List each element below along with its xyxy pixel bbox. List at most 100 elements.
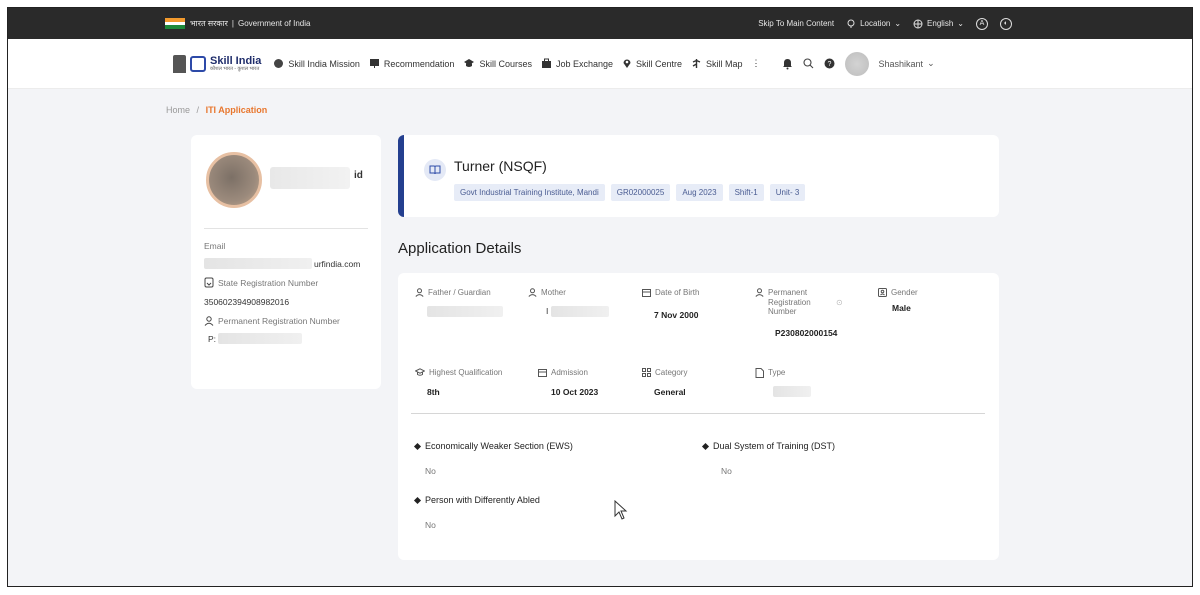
course-card: Turner (NSQF) Govt Industrial Training I… bbox=[398, 135, 999, 217]
profile-card: id Email urfindia.com State Registration… bbox=[191, 135, 381, 389]
category-label: Category bbox=[655, 368, 688, 377]
ews-item: Economically Weaker Section (EWS) No bbox=[413, 441, 573, 476]
email-label: Email bbox=[204, 241, 226, 251]
nav-recommendation[interactable]: Recommendation bbox=[369, 58, 455, 69]
perm-reg-prefix: P: bbox=[208, 333, 217, 344]
government-of-india-link[interactable]: भारत सरकार | Government of India bbox=[165, 18, 310, 30]
email-suffix: urfindia.com bbox=[314, 258, 361, 269]
nav-more-menu[interactable]: ⋮ bbox=[752, 58, 761, 69]
dst-value: No bbox=[721, 466, 732, 476]
mouse-cursor-icon bbox=[614, 500, 628, 520]
name-redacted bbox=[270, 167, 350, 189]
application-details-card: Father / Guardian Mother I Date of Birth… bbox=[398, 273, 999, 560]
language-dropdown[interactable]: English ⌄ bbox=[913, 19, 964, 29]
logo-text: Skill India bbox=[210, 54, 262, 67]
father-label: Father / Guardian bbox=[428, 288, 491, 297]
bell-icon[interactable] bbox=[782, 58, 793, 70]
diamond-bullet-icon bbox=[701, 442, 710, 450]
location-pin-icon bbox=[847, 19, 855, 28]
user-menu[interactable]: Shashikant ⌄ bbox=[879, 58, 935, 69]
admission-label: Admission bbox=[551, 368, 588, 377]
skill-india-icon bbox=[190, 55, 206, 72]
dob-label: Date of Birth bbox=[655, 288, 700, 297]
user-name: Shashikant bbox=[878, 58, 924, 69]
logo-subtext: कौशल भारत - कुशल भारत bbox=[210, 65, 260, 72]
globe-icon bbox=[913, 19, 923, 28]
admission-field: Admission 10 Oct 2023 bbox=[538, 368, 598, 397]
document-icon bbox=[755, 368, 764, 378]
perm-reg-detail-value: P230802000154 bbox=[775, 327, 838, 338]
perm-reg-redacted bbox=[218, 333, 303, 344]
location-pin-icon bbox=[623, 59, 631, 68]
email-redacted bbox=[204, 258, 312, 269]
type-redacted bbox=[773, 386, 811, 397]
nav-skill-map[interactable]: Skill Map bbox=[691, 58, 743, 69]
user-icon bbox=[528, 288, 537, 297]
type-field: Type bbox=[755, 368, 811, 399]
skip-to-main-link[interactable]: Skip To Main Content bbox=[758, 19, 834, 28]
location-dropdown[interactable]: Location ⌄ bbox=[846, 19, 901, 29]
chip-shift: Shift-1 bbox=[728, 184, 764, 201]
course-title: Turner (NSQF) bbox=[454, 158, 547, 174]
admission-value: 10 Oct 2023 bbox=[551, 386, 599, 397]
nav-job-exchange[interactable]: Job Exchange bbox=[541, 58, 613, 69]
calendar-icon bbox=[538, 369, 547, 377]
dob-field: Date of Birth 7 Nov 2000 bbox=[642, 288, 699, 320]
nav-label: Skill India Mission bbox=[288, 58, 360, 69]
calendar-icon bbox=[642, 289, 651, 297]
category-value: General bbox=[654, 386, 686, 397]
breadcrumb-home[interactable]: Home bbox=[166, 105, 190, 115]
section-divider bbox=[411, 413, 985, 414]
skill-india-logo[interactable]: Skill India कौशल भारत - कुशल भारत bbox=[173, 54, 262, 73]
briefcase-icon bbox=[541, 58, 551, 68]
section-title: Application Details bbox=[398, 240, 522, 257]
nav-label: Recommendation bbox=[383, 58, 455, 69]
gov-hindi-text: भारत सरकार bbox=[190, 19, 228, 28]
nav-skill-india-mission[interactable]: Skill India Mission bbox=[273, 58, 360, 69]
user-icon bbox=[204, 316, 214, 326]
accessibility-button[interactable]: A bbox=[976, 17, 988, 30]
profile-avatar bbox=[206, 152, 262, 208]
dst-label: Dual System of Training (DST) bbox=[713, 441, 836, 451]
chevron-down-icon: ⌄ bbox=[957, 19, 964, 28]
dst-item: Dual System of Training (DST) No bbox=[701, 441, 836, 476]
course-chips: Govt Industrial Training Institute, Mand… bbox=[454, 184, 806, 201]
shield-icon bbox=[274, 59, 284, 68]
mother-redacted bbox=[551, 305, 610, 317]
type-label: Type bbox=[768, 368, 786, 377]
contrast-toggle-icon[interactable]: ◐ bbox=[1000, 17, 1012, 30]
state-reg-value: 350602394908982016 bbox=[204, 297, 290, 307]
chip-code: GR02000025 bbox=[610, 184, 671, 201]
gov-separator: | bbox=[231, 19, 234, 28]
pwd-value: No bbox=[425, 520, 436, 530]
ews-value: No bbox=[425, 466, 436, 476]
chevron-down-icon: ⌄ bbox=[894, 19, 902, 28]
search-icon[interactable] bbox=[802, 58, 814, 69]
diamond-bullet-icon bbox=[413, 496, 422, 504]
perm-reg-field: Permanent Registration Number ⊙ P2308020… bbox=[755, 288, 855, 338]
nav-label: Job Exchange bbox=[555, 58, 613, 69]
main-navbar: Skill India कौशल भारत - कुशल भारत Skill … bbox=[8, 39, 1192, 89]
category-field: Category General bbox=[642, 368, 687, 397]
info-icon[interactable]: ⊙ bbox=[836, 298, 843, 308]
nav-label: Skill Courses bbox=[479, 58, 532, 69]
breadcrumb-current: ITI Application bbox=[205, 105, 268, 115]
help-icon[interactable]: ? bbox=[824, 58, 835, 69]
user-icon bbox=[755, 288, 764, 297]
nav-label: Skill Map bbox=[706, 58, 743, 69]
user-avatar[interactable] bbox=[844, 51, 869, 76]
mother-field: Mother I bbox=[528, 288, 610, 317]
chip-unit: Unit- 3 bbox=[769, 184, 806, 201]
pwd-label: Person with Differently Abled bbox=[425, 495, 540, 505]
nav-skill-courses[interactable]: Skill Courses bbox=[463, 58, 532, 69]
map-icon bbox=[692, 59, 701, 68]
breadcrumb: Home / ITI Application bbox=[166, 105, 267, 115]
nav-label: Skill Centre bbox=[636, 58, 683, 69]
chip-session: Aug 2023 bbox=[676, 184, 723, 201]
chip-institute: Govt Industrial Training Institute, Mand… bbox=[454, 184, 605, 201]
book-icon bbox=[424, 159, 446, 181]
gender-label: Gender bbox=[891, 288, 918, 297]
nav-skill-centre[interactable]: Skill Centre bbox=[622, 58, 682, 69]
mother-label: Mother bbox=[541, 288, 566, 297]
perm-reg-detail-label: Permanent Registration Number bbox=[768, 288, 811, 317]
